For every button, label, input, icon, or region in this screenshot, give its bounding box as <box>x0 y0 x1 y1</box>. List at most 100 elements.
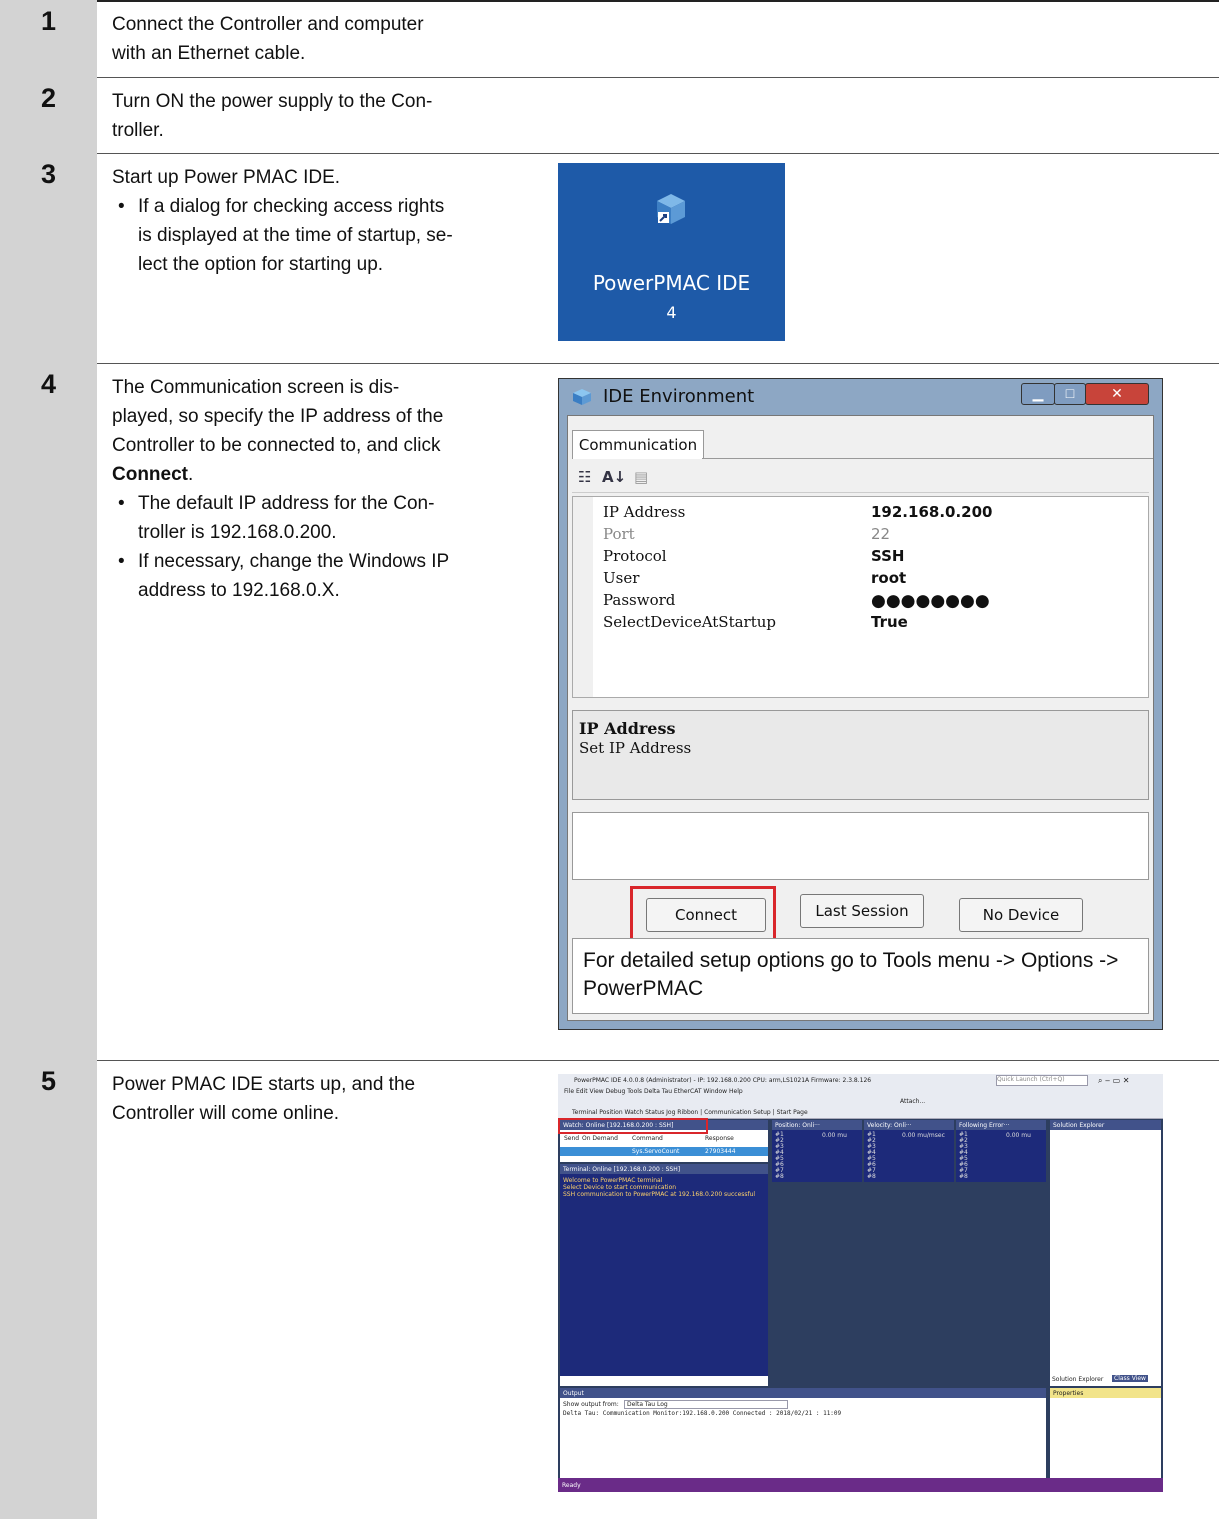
terminal-line: SSH communication to PowerPMAC at 192.16… <box>563 1191 756 1198</box>
ide-toolbar-1: Attach... <box>558 1096 1163 1106</box>
class-view-tab[interactable]: Class View <box>1112 1375 1148 1382</box>
properties-pane: Properties <box>1050 1388 1161 1478</box>
text-line: with an Ethernet cable. <box>112 43 306 64</box>
properties-header: Properties <box>1050 1388 1161 1398</box>
minimize-button[interactable]: ▁ <box>1021 383 1055 405</box>
property-value[interactable]: root <box>871 569 906 587</box>
output-title: Output <box>563 1390 584 1397</box>
text-line: The Communication screen is dis- <box>112 377 400 398</box>
velocity-pane: Velocity: Onli··· #1 #2 #3 #4 #5 #6 #7 #8 0.00 … <box>864 1120 954 1182</box>
step-text: Power PMAC IDE starts up, and the Contro… <box>112 1070 532 1128</box>
watch-col: Send <box>564 1135 580 1142</box>
property-grid: IP Address 192.168.0.200 Port 22 Protoco… <box>572 496 1149 698</box>
solution-tab[interactable]: Solution Explorer <box>1052 1376 1103 1383</box>
text-line: is displayed at the time of startup, se- <box>138 225 453 246</box>
toolbar-items[interactable]: Terminal Position Watch Status Jog Ribbo… <box>572 1109 808 1116</box>
connect-highlight <box>630 886 776 942</box>
step-number: 5 <box>40 1066 57 1096</box>
attach-button[interactable]: Attach... <box>900 1098 925 1105</box>
property-row[interactable]: IP Address 192.168.0.200 <box>603 503 1148 525</box>
property-description: IP Address Set IP Address <box>572 710 1149 800</box>
property-row[interactable]: Port 22 <box>603 525 1148 547</box>
property-value[interactable]: ●●●●●●●● <box>871 591 990 611</box>
dialog-title: IDE Environment <box>603 386 755 407</box>
property-key: User <box>603 569 640 587</box>
shortcut-label-version: 4 <box>666 303 677 322</box>
following-error-value: 0.00 mu <box>1006 1132 1031 1139</box>
step-divider <box>0 1060 1219 1061</box>
property-pages-icon[interactable]: ▤ <box>634 468 648 486</box>
text-line: troller. <box>112 120 164 141</box>
desktop-shortcut[interactable]: PowerPMAC IDE 4 <box>558 163 785 341</box>
velocity-header: Velocity: Onli··· <box>864 1120 954 1130</box>
property-row[interactable]: SelectDeviceAtStartup True <box>603 613 1148 635</box>
step-text: The Communication screen is dis- played,… <box>112 373 532 605</box>
ide-menubar: File Edit View Debug Tools Delta Tau Eth… <box>558 1086 1163 1096</box>
categorized-icon[interactable]: ☷ <box>578 468 591 486</box>
velocity-title: Velocity: Onli··· <box>867 1122 912 1129</box>
following-error-pane: Following Error··· #1 #2 #3 #4 #5 #6 #7 #8 0.00… <box>956 1120 1046 1182</box>
text-line: If a dialog for checking access rights <box>138 196 445 217</box>
property-row[interactable]: Password ●●●●●●●● <box>603 591 1148 613</box>
step-text: Turn ON the power supply to the Con- tro… <box>112 87 532 145</box>
property-row[interactable]: Protocol SSH <box>603 547 1148 569</box>
maximize-button[interactable]: □ <box>1054 383 1086 405</box>
grid-gutter <box>573 497 593 697</box>
sort-alphabetical-icon[interactable]: A↓ <box>602 468 626 486</box>
solution-title: Solution Explorer <box>1053 1122 1105 1129</box>
property-value[interactable]: True <box>871 613 908 631</box>
motor-list: #1 #2 #3 #4 #5 #6 #7 #8 <box>867 1131 876 1180</box>
text-line: Controller will come online. <box>112 1103 340 1124</box>
motor-list: #1 #2 #3 #4 #5 #6 #7 #8 <box>959 1131 968 1180</box>
following-error-title: Following Error··· <box>959 1122 1010 1129</box>
property-key: SelectDeviceAtStartup <box>603 613 777 631</box>
powerpmac-app-icon <box>657 194 685 224</box>
status-bar: Ready <box>558 1478 1163 1492</box>
terminal-input[interactable] <box>560 1376 768 1386</box>
text-line: Connect. <box>112 460 532 489</box>
property-key: IP Address <box>603 503 686 521</box>
property-value[interactable]: SSH <box>871 547 905 565</box>
dialog-body: Communication ☷ A↓ ▤ IP Address 192.168.… <box>567 415 1154 1021</box>
property-value[interactable]: 22 <box>871 525 890 543</box>
output-source-select[interactable]: Delta Tau Log <box>624 1400 788 1409</box>
watch-response: 27903444 <box>705 1148 736 1155</box>
text-line: Power PMAC IDE starts up, and the <box>112 1074 416 1095</box>
dialog-titlebar: IDE Environment ▁ □ ✕ <box>559 379 1162 413</box>
terminal-line: Welcome to PowerPMAC terminal <box>563 1177 663 1184</box>
step-number: 3 <box>40 159 57 189</box>
step-divider <box>0 0 1219 2</box>
punctuation: . <box>188 464 194 485</box>
step-number-cell: 3 <box>0 153 97 363</box>
position-title: Position: Onli··· <box>775 1122 820 1129</box>
motor-list: #1 #2 #3 #4 #5 #6 #7 #8 <box>775 1131 784 1180</box>
terminal-title: Terminal: Online [192.168.0.200 : SSH] <box>563 1166 681 1173</box>
step-number: 4 <box>40 369 57 399</box>
position-value: 0.00 mu <box>822 1132 847 1139</box>
text-line: Controller to be connected to, and click <box>112 435 441 456</box>
menu-items[interactable]: File Edit View Debug Tools Delta Tau Eth… <box>564 1088 743 1095</box>
property-toolbar: ☷ A↓ ▤ <box>572 462 1149 493</box>
text-line: If necessary, change the Windows IP <box>138 551 450 572</box>
step-number-cell: 1 <box>0 0 97 77</box>
position-header: Position: Onli··· <box>772 1120 862 1130</box>
step-number-cell: 4 <box>0 363 97 1060</box>
step-divider <box>0 153 1219 154</box>
window-controls[interactable]: ⌕ ‒ ▭ ✕ <box>1098 1076 1129 1086</box>
text-line: troller is 192.168.0.200. <box>138 522 337 543</box>
tab-communication[interactable]: Communication <box>572 430 704 459</box>
property-row[interactable]: User root <box>603 569 1148 591</box>
step-text: Connect the Controller and computer with… <box>112 10 532 68</box>
close-button[interactable]: ✕ <box>1085 383 1149 405</box>
no-device-button[interactable]: No Device <box>959 898 1083 932</box>
ide-titlebar: PowerPMAC IDE 4.0.0.8 (Administrator) - … <box>558 1074 1163 1086</box>
property-value[interactable]: 192.168.0.200 <box>871 503 992 521</box>
step-text: Start up Power PMAC IDE. If a dialog for… <box>112 163 532 279</box>
text-line: played, so specify the IP address of the <box>112 406 444 427</box>
step-1: 1 Connect the Controller and computer wi… <box>0 0 1219 77</box>
last-session-button[interactable]: Last Session <box>800 894 924 928</box>
tab-divider <box>702 458 1153 459</box>
quick-launch-input[interactable]: Quick Launch (Ctrl+Q) <box>996 1075 1088 1086</box>
text-line: Connect the Controller and computer <box>112 14 424 35</box>
message-area <box>572 812 1149 880</box>
